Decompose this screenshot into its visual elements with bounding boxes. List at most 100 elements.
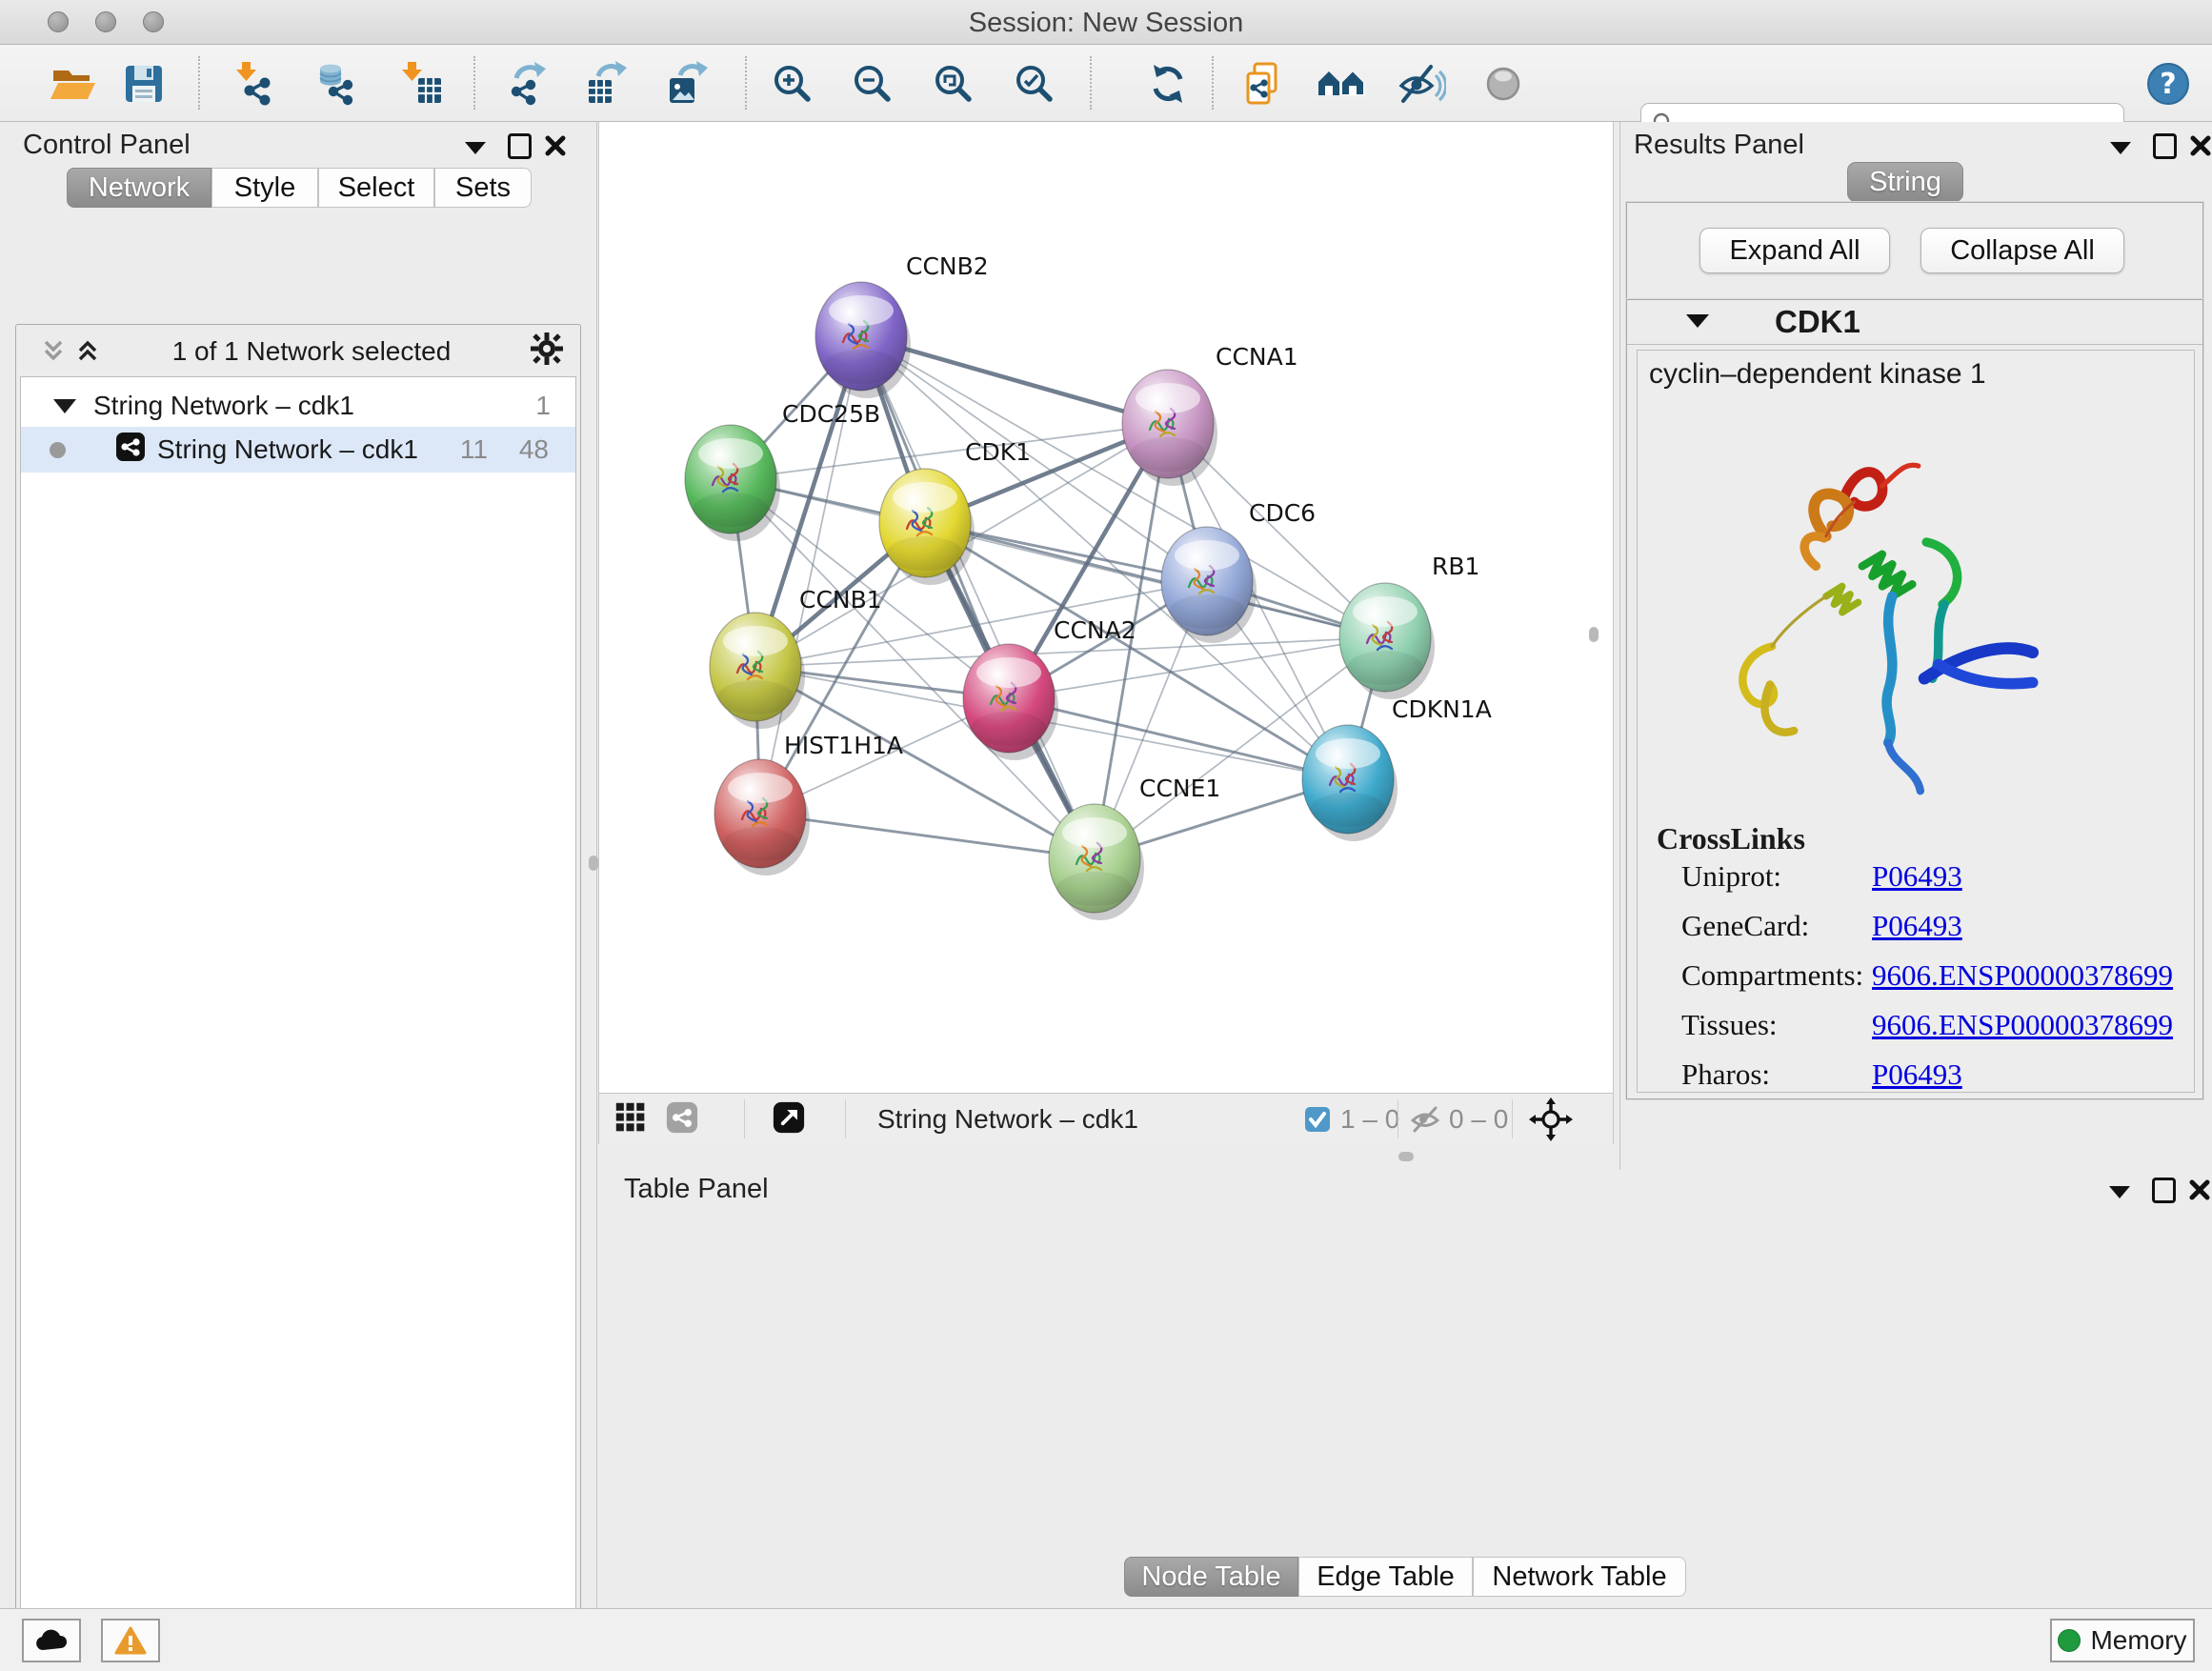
tab-network-table[interactable]: Network Table: [1473, 1557, 1686, 1597]
import-table-file-icon[interactable]: [396, 59, 446, 109]
export-network-icon[interactable]: [503, 59, 553, 109]
collapse-entry-icon[interactable]: [1686, 314, 1709, 328]
crosslink-uniprot-link[interactable]: P06493: [1872, 859, 1962, 894]
network-view-footer: String Network – cdk1 1 – 0 0 – 0: [598, 1093, 1614, 1144]
export-image-icon[interactable]: [663, 59, 713, 109]
current-network-name: String Network – cdk1: [877, 1104, 1138, 1135]
apply-preferred-layout-icon[interactable]: [1143, 59, 1193, 109]
cloud-status-button[interactable]: [22, 1619, 81, 1662]
network-edge[interactable]: [1009, 698, 1348, 779]
network-row[interactable]: String Network – cdk1 11 48: [21, 427, 575, 473]
show-all-icon[interactable]: [1478, 59, 1528, 109]
help-icon[interactable]: ?: [2143, 59, 2193, 109]
network-node-HIST1H1A[interactable]: [714, 759, 810, 876]
network-edge[interactable]: [760, 814, 1095, 858]
crosslink-pharos-link[interactable]: P06493: [1872, 1057, 1962, 1092]
footer-separator: [845, 1099, 846, 1138]
crosslink-label: Tissues:: [1681, 1008, 1872, 1042]
expand-all-networks-icon[interactable]: [71, 334, 104, 367]
tab-network[interactable]: Network: [67, 168, 211, 208]
network-grid-view-icon[interactable]: [614, 1101, 647, 1134]
results-panel-close-icon[interactable]: [2184, 130, 2212, 162]
warning-status-button[interactable]: [101, 1619, 160, 1662]
pan-crosshair-icon[interactable]: [1529, 1097, 1573, 1141]
results-panel-float-icon[interactable]: [2148, 130, 2181, 162]
collapse-all-button[interactable]: Collapse All: [1920, 228, 2124, 273]
collapse-all-networks-icon[interactable]: [37, 334, 70, 367]
crosslink-genecard-link[interactable]: P06493: [1872, 909, 1962, 943]
table-panel-menu-icon[interactable]: [2103, 1176, 2136, 1208]
warning-icon: [114, 1626, 147, 1655]
tab-sets[interactable]: Sets: [434, 168, 532, 208]
network-badge-gray-icon[interactable]: [666, 1101, 698, 1134]
expand-all-button[interactable]: Expand All: [1699, 228, 1890, 273]
network-node-CCNB1[interactable]: [710, 613, 805, 729]
network-node-label: CCNA1: [1216, 343, 1298, 371]
control-panel-float-icon[interactable]: [503, 130, 535, 162]
tab-node-table[interactable]: Node Table: [1124, 1557, 1298, 1597]
right-splitter-handle[interactable]: [1589, 627, 1599, 642]
window-title: Session: New Session: [0, 8, 2212, 39]
results-panel-title: Results Panel: [1634, 130, 1804, 161]
network-node-RB1[interactable]: [1339, 583, 1435, 699]
network-node-CDC6[interactable]: [1161, 527, 1257, 643]
tab-edge-table[interactable]: Edge Table: [1298, 1557, 1473, 1597]
memory-button[interactable]: Memory: [2050, 1619, 2195, 1662]
zoom-out-icon[interactable]: [848, 59, 897, 109]
network-canvas[interactable]: CCNB2CCNA1CDC25BCDK1CDC6RB1CCNB1CCNA2CDK…: [598, 122, 1614, 1093]
birds-eye-view-icon[interactable]: [773, 1101, 805, 1134]
clone-network-icon[interactable]: [1238, 59, 1288, 109]
network-node-CCNE1[interactable]: [1049, 804, 1144, 920]
crosslink-label: Pharos:: [1681, 1057, 1872, 1092]
tab-string[interactable]: String: [1847, 162, 1963, 202]
network-status-dot-icon: [50, 442, 66, 458]
table-panel: Table Panel f(x) shared namename: [598, 1170, 2212, 1608]
horizontal-splitter-handle[interactable]: [1398, 1152, 1414, 1161]
control-panel-close-icon[interactable]: [539, 130, 572, 162]
save-session-icon[interactable]: [119, 59, 169, 109]
tree-expand-icon[interactable]: [53, 399, 76, 413]
table-panel-float-icon[interactable]: [2147, 1174, 2180, 1206]
first-neighbors-icon[interactable]: [1317, 59, 1366, 109]
network-node-CDK1[interactable]: [879, 469, 975, 585]
zoom-selected-icon[interactable]: [1010, 59, 1059, 109]
network-node-label: HIST1H1A: [784, 732, 903, 759]
status-bar: Memory: [0, 1608, 2212, 1671]
network-edge[interactable]: [861, 336, 1095, 858]
network-node-label: CDC6: [1249, 499, 1316, 527]
import-network-database-icon[interactable]: [312, 59, 362, 109]
network-options-gear-icon[interactable]: [531, 332, 563, 365]
table-panel-close-icon[interactable]: [2183, 1174, 2212, 1206]
zoom-in-icon[interactable]: [768, 59, 817, 109]
network-edge-count: 48: [519, 434, 549, 465]
hide-selected-icon[interactable]: [1397, 59, 1446, 109]
import-network-file-icon[interactable]: [231, 59, 280, 109]
network-node-CDKN1A[interactable]: [1302, 725, 1398, 841]
network-node-CCNA2[interactable]: [963, 644, 1058, 760]
zoom-fit-content-icon[interactable]: [929, 59, 978, 109]
network-node-label: CDK1: [965, 438, 1031, 466]
crosslink-row: Compartments:9606.ENSP00000378699: [1681, 958, 2177, 1008]
control-panel-menu-icon[interactable]: [459, 131, 492, 164]
protein-structure-image: [1676, 446, 2057, 827]
network-edge[interactable]: [925, 523, 1385, 637]
left-splitter-handle[interactable]: [589, 856, 598, 871]
control-panel-tabs: NetworkStyleSelectSets: [67, 168, 532, 208]
network-node-label: CCNA2: [1054, 616, 1136, 644]
crosslink-compartments-link[interactable]: 9606.ENSP00000378699: [1872, 958, 2173, 993]
tab-style[interactable]: Style: [211, 168, 318, 208]
selected-checkbox-icon[interactable]: [1304, 1106, 1331, 1133]
gene-entry-header[interactable]: CDK1: [1627, 300, 2202, 345]
network-collection-row[interactable]: String Network – cdk1 1: [21, 383, 575, 429]
crosslink-label: Uniprot:: [1681, 859, 1872, 894]
crosslink-row: Uniprot:P06493: [1681, 859, 2177, 909]
results-panel-menu-icon[interactable]: [2104, 131, 2137, 164]
control-panel: Control Panel NetworkStyleSelectSets 1 o…: [0, 122, 597, 1608]
network-node-CCNA1[interactable]: [1122, 370, 1217, 486]
crosslink-row: Pharos:P06493: [1681, 1057, 2177, 1107]
export-table-icon[interactable]: [583, 59, 633, 109]
network-node-CCNB2[interactable]: [815, 282, 911, 398]
tab-select[interactable]: Select: [318, 168, 434, 208]
crosslink-tissues-link[interactable]: 9606.ENSP00000378699: [1872, 1008, 2173, 1042]
open-session-icon[interactable]: [48, 59, 97, 109]
